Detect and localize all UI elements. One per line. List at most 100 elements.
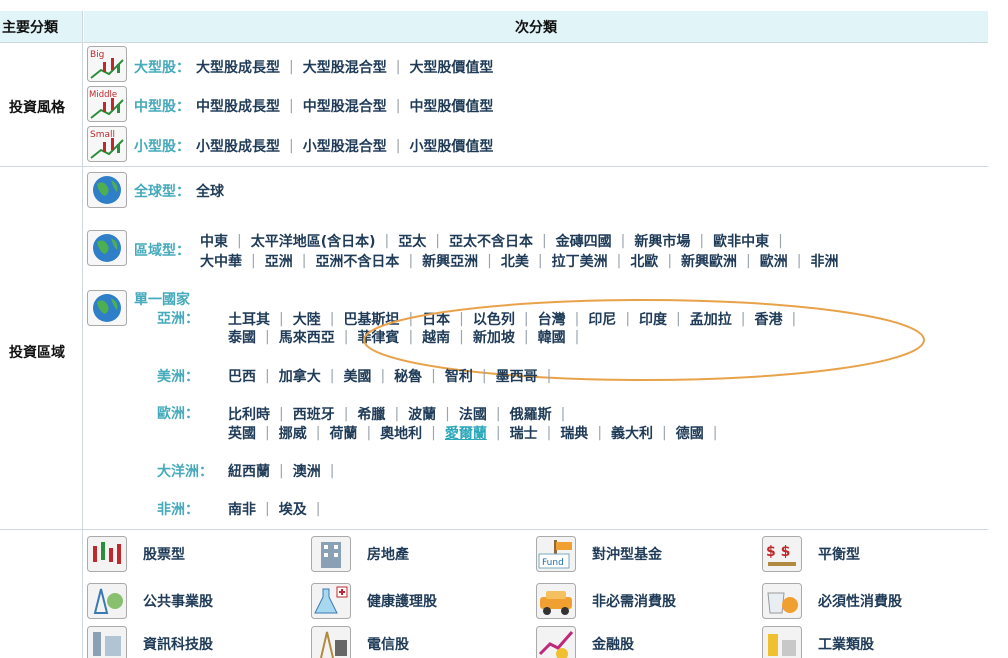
area-link[interactable]: 北美 bbox=[501, 251, 529, 271]
global-link[interactable]: 全球 bbox=[196, 181, 224, 201]
country-link[interactable]: 希臘 bbox=[357, 404, 385, 424]
small-cap-growth-link[interactable]: 小型股成長型 bbox=[196, 136, 280, 156]
country-link[interactable]: 比利時 bbox=[228, 404, 270, 424]
area-link[interactable]: 非洲 bbox=[810, 251, 838, 271]
fund-sign-icon: Fund bbox=[536, 536, 576, 572]
europe-line-2: 英國 | 挪威 | 荷蘭 | 奧地利 | 愛爾蘭 | 瑞士 | 瑞典 | 義大利 | 德國 | bbox=[228, 423, 718, 443]
country-link[interactable]: 俄羅斯 bbox=[510, 404, 552, 424]
mid-cap-value-link[interactable]: 中型股價值型 bbox=[409, 96, 493, 116]
industry-label[interactable]: 資訊科技股 bbox=[143, 634, 213, 654]
area-link[interactable]: 歐非中東 bbox=[713, 231, 769, 251]
large-cap-label: 大型股： bbox=[134, 60, 190, 76]
area-link[interactable]: 亞洲 bbox=[265, 251, 293, 271]
area-link[interactable]: 亞太 bbox=[398, 231, 426, 251]
industry-label[interactable]: 工業類股 bbox=[818, 634, 874, 654]
asia-label: 亞洲： bbox=[157, 311, 199, 327]
mid-cap-chart-icon: Middle bbox=[87, 86, 127, 122]
country-link[interactable]: 埃及 bbox=[279, 499, 307, 519]
area-link[interactable]: 亞太不含日本 bbox=[449, 231, 533, 251]
badge-text: Big bbox=[90, 50, 104, 60]
country-link[interactable]: 南非 bbox=[228, 499, 256, 519]
industry-label[interactable]: 平衡型 bbox=[818, 544, 860, 564]
large-cap-value-link[interactable]: 大型股價值型 bbox=[409, 57, 493, 77]
globe-icon bbox=[87, 172, 127, 208]
area-link[interactable]: 金磚四國 bbox=[556, 231, 612, 251]
country-link[interactable]: 義大利 bbox=[611, 423, 653, 443]
area-link[interactable]: 拉丁美洲 bbox=[552, 251, 608, 271]
country-link[interactable]: 荷蘭 bbox=[329, 423, 357, 443]
industry-item[interactable]: 電信股 bbox=[311, 626, 409, 658]
area-link[interactable]: 中東 bbox=[200, 231, 228, 251]
industry-item[interactable]: 資訊科技股 bbox=[87, 626, 213, 658]
country-link[interactable]: 挪威 bbox=[279, 423, 307, 443]
country-link-selected[interactable]: 愛爾蘭 bbox=[445, 423, 487, 443]
area-link[interactable]: 新興市場 bbox=[634, 231, 690, 251]
industry-label[interactable]: 健康護理股 bbox=[367, 591, 437, 611]
area-link[interactable]: 新興亞洲 bbox=[422, 251, 478, 271]
country-link[interactable]: 馬來西亞 bbox=[279, 327, 335, 347]
industry-item[interactable]: 工業類股 bbox=[762, 626, 874, 658]
country-link[interactable]: 瑞典 bbox=[560, 423, 588, 443]
large-cap-growth-link[interactable]: 大型股成長型 bbox=[196, 57, 280, 77]
industry-label[interactable]: 對沖型基金 bbox=[592, 544, 662, 564]
large-cap-blend-link[interactable]: 大型股混合型 bbox=[303, 57, 387, 77]
country-link[interactable]: 紐西蘭 bbox=[228, 461, 270, 481]
area-link[interactable]: 北歐 bbox=[630, 251, 658, 271]
country-link[interactable]: 西班牙 bbox=[293, 404, 335, 424]
area-line-2: 大中華 | 亞洲 | 亞洲不含日本 | 新興亞洲 | 北美 | 拉丁美洲 | 北歐 | 新興歐… bbox=[200, 251, 839, 271]
country-link[interactable]: 法國 bbox=[459, 404, 487, 424]
area-link[interactable]: 亞洲不含日本 bbox=[315, 251, 399, 271]
america-line: 巴西 | 加拿大 | 美國 | 秘魯 | 智利 | 墨西哥 | bbox=[228, 366, 552, 386]
area-link[interactable]: 新興歐洲 bbox=[681, 251, 737, 271]
industry-item[interactable]: 非必需消費股 bbox=[536, 583, 676, 619]
single-country-label: 單一國家 bbox=[134, 292, 190, 308]
europe-label: 歐洲： bbox=[157, 406, 199, 422]
industry-label[interactable]: 股票型 bbox=[143, 544, 185, 564]
country-link[interactable]: 德國 bbox=[676, 423, 704, 443]
country-link[interactable]: 墨西哥 bbox=[496, 366, 538, 386]
industry-item[interactable]: 公共事業股 bbox=[87, 583, 213, 619]
car-icon bbox=[536, 583, 576, 619]
country-link[interactable]: 土耳其 bbox=[228, 309, 270, 329]
area-link[interactable]: 大中華 bbox=[200, 251, 242, 271]
small-cap-blend-link[interactable]: 小型股混合型 bbox=[303, 136, 387, 156]
industry-item[interactable]: 健康護理股 bbox=[311, 583, 437, 619]
country-link[interactable]: 大陸 bbox=[293, 309, 321, 329]
industry-label[interactable]: 必須性消費股 bbox=[818, 591, 902, 611]
divider bbox=[0, 529, 988, 530]
building-icon bbox=[311, 536, 351, 572]
small-cap-value-link[interactable]: 小型股價值型 bbox=[409, 136, 493, 156]
industry-label[interactable]: 公共事業股 bbox=[143, 591, 213, 611]
industry-label[interactable]: 非必需消費股 bbox=[592, 591, 676, 611]
country-link[interactable]: 波蘭 bbox=[408, 404, 436, 424]
category-style: 投資風格 bbox=[9, 100, 65, 116]
country-link[interactable]: 加拿大 bbox=[279, 366, 321, 386]
mid-cap-growth-link[interactable]: 中型股成長型 bbox=[196, 96, 280, 116]
country-link[interactable]: 瑞士 bbox=[510, 423, 538, 443]
small-cap-label: 小型股： bbox=[134, 139, 190, 155]
country-link[interactable]: 澳洲 bbox=[293, 461, 321, 481]
mid-cap-blend-link[interactable]: 中型股混合型 bbox=[303, 96, 387, 116]
industry-label[interactable]: 房地產 bbox=[367, 544, 409, 564]
country-link[interactable]: 奧地利 bbox=[380, 423, 422, 443]
industry-item[interactable]: 股票型 bbox=[87, 536, 185, 572]
category-region: 投資區域 bbox=[9, 345, 65, 361]
country-link[interactable]: 英國 bbox=[228, 423, 256, 443]
area-link[interactable]: 太平洋地區(含日本) bbox=[251, 231, 376, 251]
country-link[interactable]: 美國 bbox=[343, 366, 371, 386]
industry-label[interactable]: 金融股 bbox=[592, 634, 634, 654]
industry-item[interactable]: $ $ 平衡型 bbox=[762, 536, 860, 572]
industry-item[interactable]: 房地產 bbox=[311, 536, 409, 572]
america-label: 美洲： bbox=[157, 369, 199, 385]
country-link[interactable]: 秘魯 bbox=[394, 366, 422, 386]
industry-label[interactable]: 電信股 bbox=[367, 634, 409, 654]
country-link[interactable]: 巴西 bbox=[228, 366, 256, 386]
small-cap-chart-icon: Small bbox=[87, 126, 127, 162]
dollar-text: $ $ bbox=[766, 544, 790, 560]
industry-item[interactable]: 金融股 bbox=[536, 626, 634, 658]
area-link[interactable]: 歐洲 bbox=[760, 251, 788, 271]
industry-item[interactable]: Fund 對沖型基金 bbox=[536, 536, 662, 572]
country-link[interactable]: 泰國 bbox=[228, 327, 256, 347]
country-link[interactable]: 智利 bbox=[445, 366, 473, 386]
industry-item[interactable]: 必須性消費股 bbox=[762, 583, 902, 619]
